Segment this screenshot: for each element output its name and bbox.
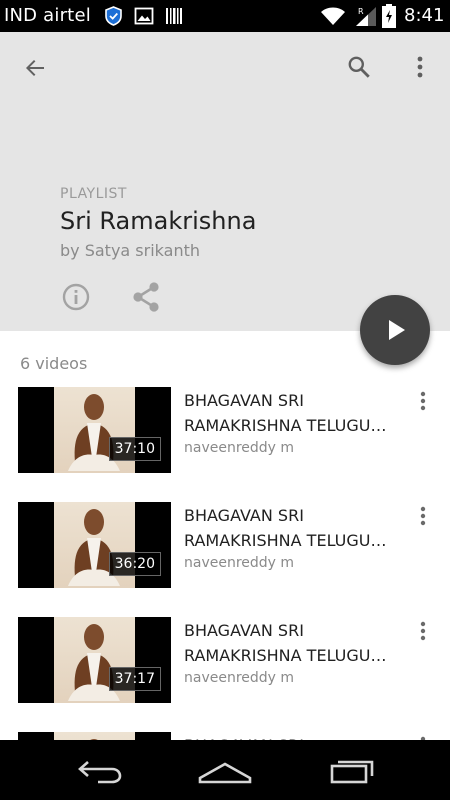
video-more-options-button[interactable] [412,617,434,645]
playlist-header: PLAYLIST Sri Ramakrishna by Satya srikan… [0,32,450,331]
video-duration: 37:10 [108,437,161,461]
gallery-icon [134,7,154,25]
arrow-back-icon [26,60,44,76]
playlist-owner[interactable]: by Satya srikanth [60,241,200,260]
video-channel: naveenreddy m [184,670,295,686]
status-bar: IND airtel R 8:41 [0,0,450,32]
search-button[interactable] [338,47,380,87]
video-title: BHAGAVAN SRI RAMAKRISHNA TELUGU… [184,503,396,553]
info-button[interactable] [58,279,94,315]
shield-icon [105,6,122,26]
wifi-icon [321,7,345,25]
video-channel: naveenreddy m [184,555,295,571]
play-all-button[interactable] [360,295,430,365]
list-item[interactable]: 36:20 BHAGAVAN SRI RAMAKRISHNA TELUGU… n… [0,502,450,602]
video-thumbnail[interactable]: 37:10 [18,387,171,473]
video-count: 6 videos [20,354,88,373]
system-nav-bar [0,740,450,800]
play-icon [389,320,405,340]
search-icon [348,56,370,78]
barcode-icon [166,8,182,24]
video-title-line1: BHAGAVAN SRI [184,391,304,410]
video-title: BHAGAVAN SRI RAMAKRISHNA TELUGU… [184,388,396,438]
more-vert-icon [417,56,423,78]
playlist-label: PLAYLIST [60,186,127,202]
video-title-line2: RAMAKRISHNA TELUGU… [184,416,387,435]
video-title-line1: BHAGAVAN SRI [184,506,304,525]
roaming-badge: R [358,7,364,16]
more-options-button[interactable] [400,47,440,87]
share-icon [133,282,159,312]
more-vert-icon [420,621,426,641]
back-button[interactable] [14,48,56,88]
nav-home-icon[interactable] [196,754,254,786]
video-duration: 37:17 [108,667,161,691]
video-duration: 36:20 [108,552,161,576]
status-time: 8:41 [404,5,445,26]
video-thumbnail[interactable]: 36:20 [18,502,171,588]
video-title-line2: RAMAKRISHNA TELUGU… [184,646,387,665]
info-icon [62,283,90,311]
more-vert-icon [420,506,426,526]
video-thumbnail[interactable]: 37:17 [18,617,171,703]
list-item[interactable]: 37:10 BHAGAVAN SRI RAMAKRISHNA TELUGU… n… [0,387,450,487]
battery-icon [382,4,396,28]
video-more-options-button[interactable] [412,502,434,530]
signal-icon: R [356,7,376,26]
list-item[interactable]: 37:17 BHAGAVAN SRI RAMAKRISHNA TELUGU… n… [0,617,450,717]
video-title-line1: BHAGAVAN SRI [184,621,304,640]
video-channel: naveenreddy m [184,440,295,456]
video-title: BHAGAVAN SRI RAMAKRISHNA TELUGU… [184,618,396,668]
share-button[interactable] [127,278,165,316]
playlist-title: Sri Ramakrishna [60,207,257,235]
nav-back-icon[interactable] [74,754,126,786]
video-more-options-button[interactable] [412,387,434,415]
carrier-name: IND airtel [4,5,91,26]
more-vert-icon [420,391,426,411]
nav-recents-icon[interactable] [326,754,378,786]
video-title-line2: RAMAKRISHNA TELUGU… [184,531,387,550]
